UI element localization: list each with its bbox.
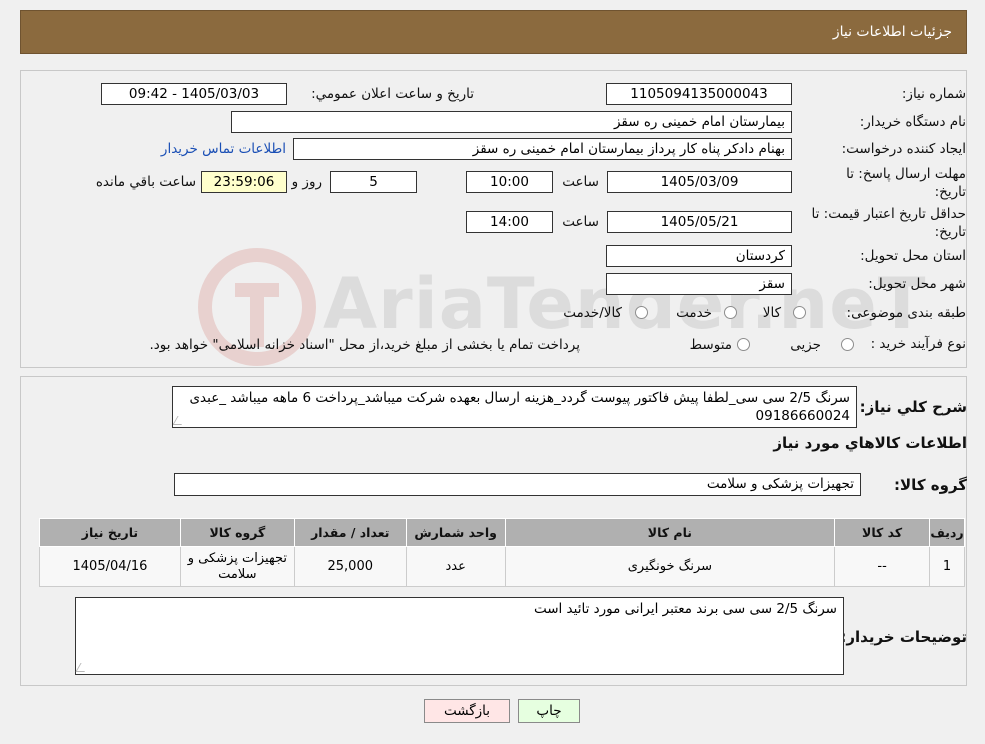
summary-label: شرح کلي نياز: <box>859 398 967 416</box>
deadline-time-label: ساعت <box>562 174 599 190</box>
cell-name: سرنگ خونگیری <box>504 546 836 587</box>
deadline-label-2: تاریخ: <box>934 184 966 200</box>
category-option-service: خدمت <box>676 305 712 321</box>
radio-circle-icon[interactable] <box>841 338 854 351</box>
need-number-field: 1105094135000043 <box>606 83 792 105</box>
category-radio-goods[interactable] <box>793 306 806 323</box>
process-option-minor: جزیی <box>790 337 821 353</box>
buyer-notes-label: توضیحات خریدار: <box>840 628 967 646</box>
city-field: سقز <box>606 273 792 295</box>
table-row: 1 -- سرنگ خونگیری عدد 25,000 تجهیزات پزش… <box>39 546 965 587</box>
validity-label: حداقل تاریخ اعتبار قیمت: تا <box>811 206 966 222</box>
province-field: کردستان <box>606 245 792 267</box>
col-unit: واحد شمارش <box>405 518 506 547</box>
summary-text: سرنگ 2/5 سی سی_لطفا پیش فاکتور پیوست گرد… <box>189 390 850 424</box>
days-label: روز و <box>291 174 322 190</box>
need-number-label: شماره نیاز: <box>901 86 966 102</box>
radio-circle-icon[interactable] <box>724 306 737 319</box>
buyer-notes-textarea[interactable]: سرنگ 2/5 سی سی برند معتبر ایرانی مورد تا… <box>75 597 844 675</box>
days-field: 5 <box>330 171 417 193</box>
summary-textarea[interactable]: سرنگ 2/5 سی سی_لطفا پیش فاکتور پیوست گرد… <box>172 386 857 428</box>
cell-group: تجهیزات پزشکی و سلامت <box>179 546 295 587</box>
creator-label: ایجاد کننده درخواست: <box>841 141 966 157</box>
deadline-label: مهلت ارسال پاسخ: تا <box>846 166 966 182</box>
remaining-time-field: 23:59:06 <box>201 171 287 193</box>
page-header: جزئیات اطلاعات نیاز <box>20 10 967 54</box>
validity-label-2: تاریخ: <box>934 224 966 240</box>
cell-code: -- <box>834 546 931 587</box>
radio-circle-icon[interactable] <box>793 306 806 319</box>
table-header-row: رديف کد کالا نام کالا واحد شمارش تعداد /… <box>39 518 965 547</box>
contact-info-link[interactable]: اطلاعات تماس خریدار <box>161 141 286 157</box>
deadline-time-field: 10:00 <box>466 171 553 193</box>
back-button[interactable]: بازگشت <box>424 699 510 723</box>
buyer-org-label: نام دستگاه خریدار: <box>859 114 966 130</box>
radio-circle-icon[interactable] <box>737 338 750 351</box>
cell-date: 1405/04/16 <box>39 546 181 587</box>
goods-group-label: گروه کالا: <box>894 476 967 494</box>
col-date: تاریخ نیاز <box>39 518 181 547</box>
province-label: استان محل تحویل: <box>860 248 966 264</box>
announce-date-field: 1405/03/03 - 09:42 <box>101 83 287 105</box>
category-label: طبقه بندی موضوعی: <box>846 305 966 321</box>
city-label: شهر محل تحویل: <box>868 276 966 292</box>
process-note: پرداخت تمام یا بخشی از مبلغ خرید،از محل … <box>149 337 580 353</box>
remaining-time-label: ساعت باقي مانده <box>95 174 196 190</box>
resize-handle-icon[interactable] <box>75 663 90 672</box>
validity-date-field: 1405/05/21 <box>607 211 792 233</box>
col-name: نام کالا <box>504 518 836 547</box>
cell-quantity: 25,000 <box>293 546 407 587</box>
cell-unit: عدد <box>405 546 506 587</box>
category-option-goods-service: کالا/خدمت <box>563 305 622 321</box>
page-title: جزئیات اطلاعات نیاز <box>832 24 952 40</box>
category-option-goods: کالا <box>762 305 781 321</box>
goods-table: رديف کد کالا نام کالا واحد شمارش تعداد /… <box>39 518 965 587</box>
watermark-logo-icon <box>198 248 316 366</box>
deadline-date-field: 1405/03/09 <box>607 171 792 193</box>
col-row: رديف <box>929 518 965 547</box>
radio-circle-icon[interactable] <box>635 306 648 319</box>
process-radio-medium[interactable] <box>737 338 750 355</box>
buyer-org-field: بیمارستان امام خمینی ره سقز <box>231 111 792 133</box>
buyer-notes-text: سرنگ 2/5 سی سی برند معتبر ایرانی مورد تا… <box>533 601 837 617</box>
col-group: گروه کالا <box>179 518 295 547</box>
cell-row: 1 <box>929 546 965 587</box>
validity-time-field: 14:00 <box>466 211 553 233</box>
validity-time-label: ساعت <box>562 214 599 230</box>
category-radio-goods-service[interactable] <box>635 306 648 323</box>
creator-field: بهنام دادکر پناه کار پرداز بیمارستان اما… <box>293 138 792 160</box>
process-radio-minor[interactable] <box>841 338 854 355</box>
goods-info-title: اطلاعات کالاهاي مورد نياز <box>773 434 967 452</box>
process-option-medium: متوسط <box>689 337 732 353</box>
announce-date-label: تاریخ و ساعت اعلان عمومي: <box>311 86 474 102</box>
print-button[interactable]: چاپ <box>518 699 580 723</box>
col-code: کد کالا <box>834 518 931 547</box>
col-quantity: تعداد / مقدار <box>293 518 407 547</box>
process-label: نوع فرآیند خرید : <box>870 336 966 352</box>
category-radio-service[interactable] <box>724 306 737 323</box>
resize-handle-icon[interactable] <box>173 416 187 425</box>
goods-group-field: تجهیزات پزشکی و سلامت <box>174 473 861 496</box>
